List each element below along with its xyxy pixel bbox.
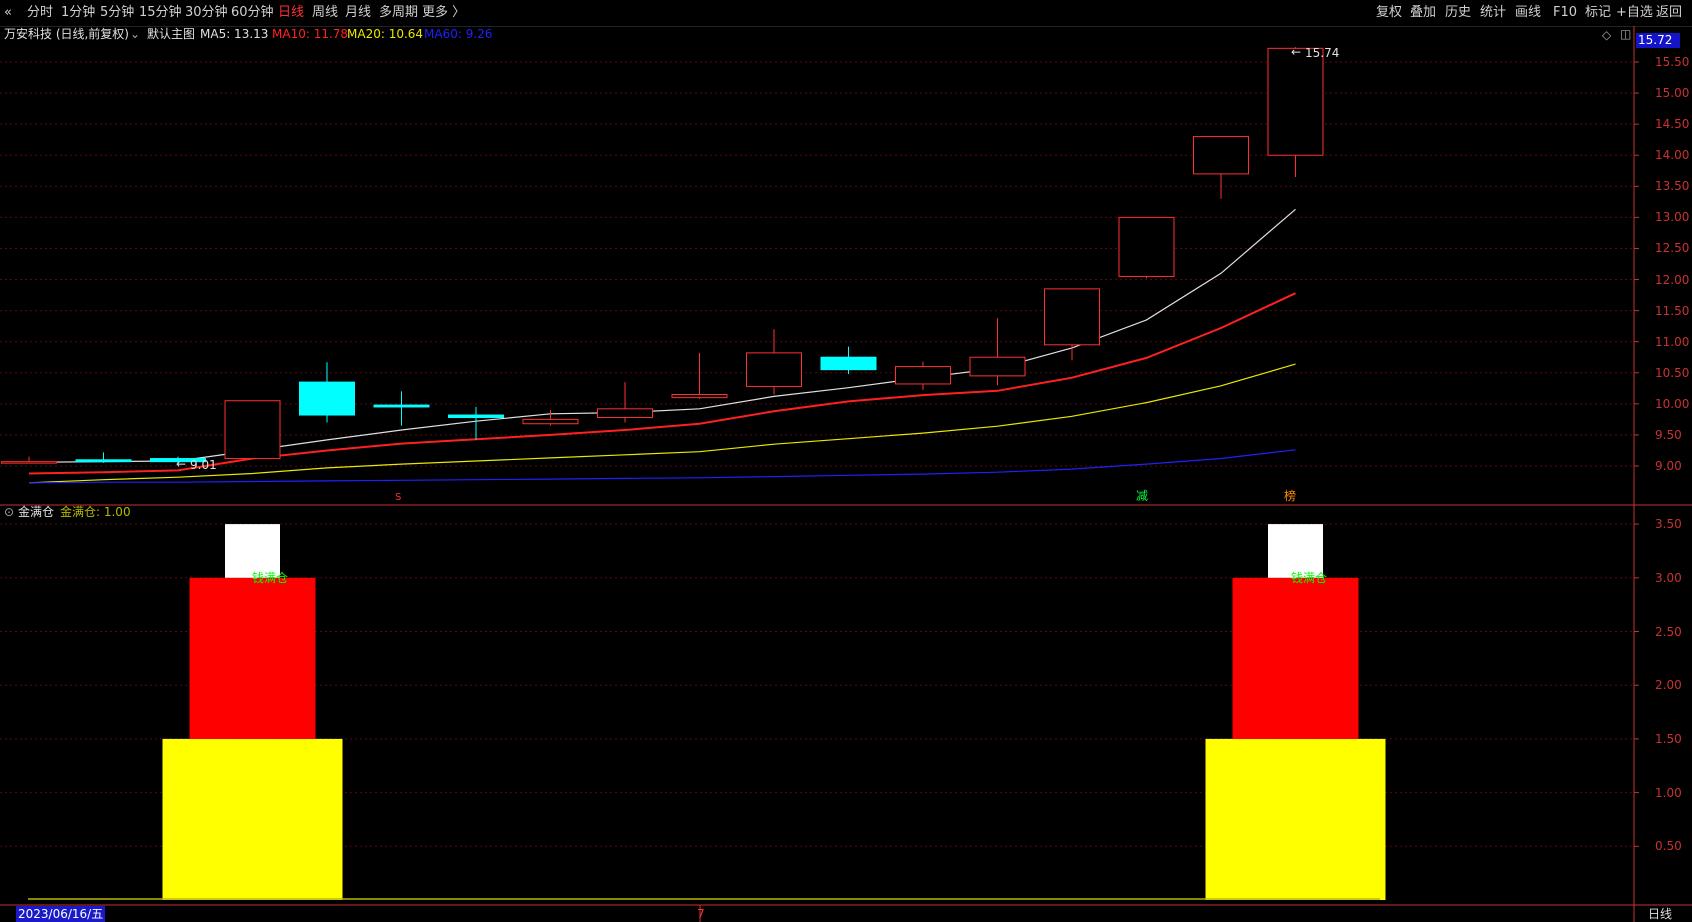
price-tick-label: 14.50 — [1655, 117, 1690, 132]
candle — [746, 329, 802, 395]
price-tick-label: 15.00 — [1655, 86, 1690, 101]
current-price-tag: 15.72 — [1636, 33, 1680, 48]
price-tick-label: 10.50 — [1655, 365, 1690, 380]
candle — [820, 346, 877, 375]
candle-body-up — [224, 400, 281, 460]
price-tick-label: 13.50 — [1655, 179, 1690, 194]
stock-title: 万安科技 (日线,前复权) — [4, 27, 129, 41]
low-price-marker: 9.01 — [190, 458, 217, 472]
ma-line-ma5 — [28, 208, 1296, 463]
sub-tick-label: 2.50 — [1655, 624, 1682, 639]
sub-tick-label: 0.50 — [1655, 839, 1682, 854]
candle — [373, 391, 430, 426]
status-period[interactable]: 日线 — [1648, 906, 1672, 922]
signal-bar — [225, 524, 280, 578]
sub-tick-label: 3.00 — [1655, 570, 1682, 585]
signal-bar — [162, 738, 343, 900]
high-price-marker: 15.74 — [1305, 46, 1340, 60]
price-tick-label: 10.00 — [1655, 396, 1690, 411]
moving-average-lines — [28, 208, 1296, 484]
signal-bar — [1268, 524, 1323, 578]
candle-body-up — [597, 408, 653, 419]
sub-tick-label: 1.00 — [1655, 785, 1682, 800]
price-tick-label: 11.00 — [1655, 334, 1690, 349]
candle — [224, 400, 281, 460]
status-mid-marker: 7 — [697, 907, 705, 921]
candle — [895, 361, 951, 391]
candle-body-down — [299, 381, 355, 416]
candle — [75, 452, 132, 463]
candle-body-down — [75, 459, 132, 463]
price-tick-label: 11.50 — [1655, 303, 1690, 318]
candle — [1, 456, 57, 464]
price-tick-label: 14.00 — [1655, 148, 1690, 163]
signal-text-2: 钱满仓 — [1291, 571, 1328, 585]
kline-chart[interactable] — [0, 0, 1692, 922]
signal-bang: 榜 — [1284, 489, 1297, 503]
ma60-value: MA60: 9.26 — [424, 27, 493, 41]
candle — [522, 410, 579, 426]
ma20-value: MA20: 10.64 — [347, 27, 424, 41]
diamond-icon[interactable]: ◇ — [1602, 28, 1611, 42]
candle-body-up — [1, 461, 57, 464]
price-tick-label: 9.50 — [1655, 427, 1682, 442]
sub-panel-title: 金满仓 — [18, 505, 55, 519]
candle-body-down — [820, 356, 877, 371]
ma10-value: MA10: 11.78 — [272, 27, 349, 41]
chevron-down-icon[interactable]: ⌄ — [130, 27, 140, 41]
signal-bar — [1232, 577, 1359, 739]
sub-tick-label: 2.00 — [1655, 678, 1682, 693]
price-tick-label: 12.00 — [1655, 272, 1690, 287]
candle — [299, 362, 355, 423]
price-tick-label: 9.00 — [1655, 459, 1682, 473]
candle-body-up — [1044, 288, 1100, 346]
candlesticks — [1, 47, 1324, 466]
candle-body-down — [448, 414, 504, 419]
sub-indicator-bars — [162, 524, 1386, 900]
candle-body-up — [895, 366, 951, 385]
candle — [969, 318, 1026, 386]
candle — [671, 352, 728, 399]
candle — [1118, 216, 1175, 279]
sub-tick-label: 1.50 — [1655, 731, 1682, 746]
low-arrow-icon: ← — [176, 457, 187, 471]
price-tick-label: 12.50 — [1655, 241, 1690, 256]
signal-bar — [189, 577, 316, 739]
candle-body-up — [969, 356, 1026, 377]
candle-body-up — [671, 394, 728, 399]
signal-text-1: 钱满仓 — [252, 571, 289, 585]
candle — [597, 382, 653, 423]
candle — [1044, 288, 1100, 361]
ma-line-ma20 — [28, 363, 1296, 484]
price-tick-label: 15.50 — [1655, 55, 1690, 69]
candle-body-up — [1118, 216, 1175, 277]
candle — [1193, 136, 1249, 199]
signal-jian: 减 — [1136, 489, 1149, 503]
collapse-icon[interactable]: ◫ — [1620, 27, 1631, 41]
signal-s: S — [395, 492, 402, 503]
candle-body-up — [1267, 47, 1324, 156]
status-date: 2023/06/16/五 — [16, 906, 106, 922]
signal-bar — [1205, 738, 1386, 900]
candle — [1267, 47, 1324, 177]
price-tick-label: 13.00 — [1655, 210, 1690, 225]
candle-body-down — [373, 404, 430, 408]
candle-body-up — [1193, 136, 1249, 175]
sub-panel-value: 金满仓: 1.00 — [60, 505, 131, 519]
indicator-selector[interactable]: 默认主图 — [147, 27, 195, 41]
candle-body-up — [746, 352, 802, 387]
ma-line-ma10 — [28, 292, 1296, 475]
sub-panel-toggle-icon[interactable]: ⊙ — [4, 505, 14, 519]
ma5-value: MA5: 13.13 — [200, 27, 269, 41]
candle-body-up — [522, 418, 579, 425]
high-arrow-icon: ← — [1291, 45, 1302, 59]
sub-tick-label: 3.50 — [1655, 517, 1682, 532]
